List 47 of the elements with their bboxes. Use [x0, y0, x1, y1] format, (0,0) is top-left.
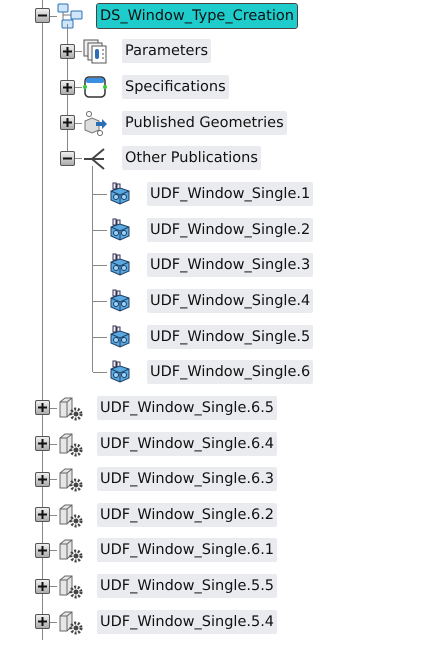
box-gear-icon [57, 394, 83, 421]
box-gear-icon [57, 608, 83, 635]
expand-toggle[interactable] [34, 507, 50, 522]
node-label[interactable]: UDF_Window_Single.5.5 [97, 574, 278, 598]
expand-toggle[interactable] [34, 578, 50, 594]
box-gear-icon [57, 537, 83, 564]
expand-toggle[interactable] [60, 44, 74, 59]
machine-icon [109, 324, 131, 349]
expand-toggle[interactable] [60, 115, 74, 130]
box-gear-icon [57, 573, 83, 600]
node-label[interactable]: UDF_Window_Single.6.5 [97, 396, 278, 420]
specifications-icon [82, 74, 108, 100]
expand-toggle[interactable] [34, 400, 50, 416]
expand-toggle[interactable] [60, 80, 74, 95]
box-arrow-icon [82, 110, 108, 136]
parameters-icon [82, 38, 108, 64]
node-label[interactable]: UDF_Window_Single.5 [147, 324, 314, 349]
node-label[interactable]: Published Geometries [122, 110, 287, 135]
expand-toggle[interactable] [34, 472, 50, 487]
collapse-toggle[interactable] [34, 8, 50, 24]
node-label[interactable]: UDF_Window_Single.6.2 [97, 502, 278, 527]
node-label[interactable]: UDF_Window_Single.6.1 [97, 538, 278, 562]
machine-icon [109, 218, 131, 242]
node-label[interactable]: DS_Window_Type_Creation [97, 4, 297, 28]
node-label[interactable]: UDF_Window_Single.1 [147, 182, 314, 206]
expand-toggle[interactable] [34, 436, 50, 451]
machine-icon [109, 360, 131, 384]
machine-icon [109, 182, 131, 206]
node-label[interactable]: UDF_Window_Single.6 [147, 360, 314, 384]
node-label[interactable]: UDF_Window_Single.2 [147, 218, 314, 242]
node-label[interactable]: UDF_Window_Single.3 [147, 253, 314, 278]
node-label[interactable]: UDF_Window_Single.6.3 [97, 467, 278, 492]
node-label[interactable]: UDF_Window_Single.4 [147, 288, 314, 313]
collapse-toggle[interactable] [60, 150, 74, 166]
node-label[interactable]: UDF_Window_Single.5.4 [97, 610, 278, 634]
machine-icon [109, 253, 131, 278]
expand-toggle[interactable] [34, 614, 50, 630]
expand-toggle[interactable] [34, 542, 50, 558]
node-tree-icon [57, 2, 83, 29]
box-gear-icon [57, 430, 83, 456]
node-label[interactable]: Specifications [122, 75, 229, 100]
node-label[interactable]: Parameters [122, 39, 211, 64]
box-gear-icon [57, 502, 83, 528]
machine-icon [109, 288, 131, 313]
box-gear-icon [57, 466, 83, 492]
node-label[interactable]: Other Publications [122, 146, 261, 170]
node-label[interactable]: UDF_Window_Single.6.4 [97, 432, 278, 456]
